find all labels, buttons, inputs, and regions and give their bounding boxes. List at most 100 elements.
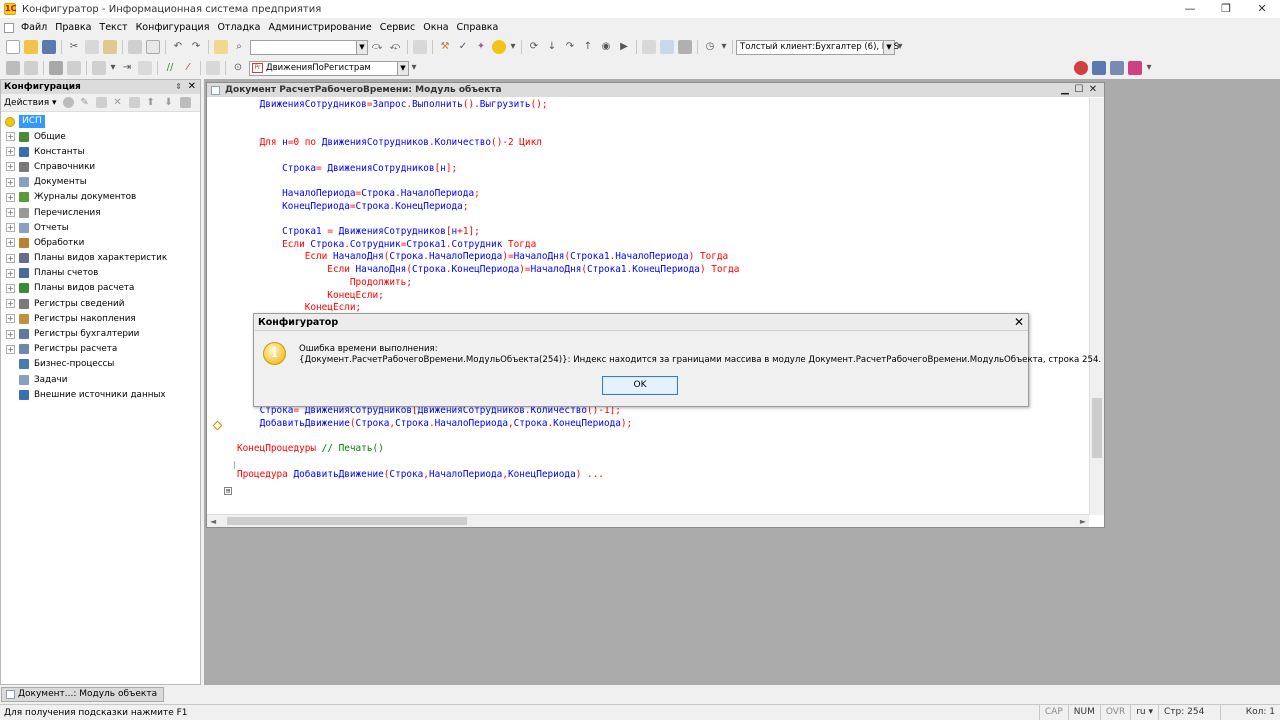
horizontal-scroll-thumb[interactable] — [227, 517, 467, 525]
vertical-scrollbar[interactable] — [1089, 98, 1104, 515]
copy-icon[interactable] — [85, 40, 99, 54]
menu-debug[interactable]: Отладка — [213, 19, 264, 37]
properties-icon[interactable] — [128, 97, 140, 108]
tree-item[interactable]: + Планы видов расчета — [1, 281, 200, 296]
debug-start-icon[interactable]: ⟳ — [527, 40, 541, 54]
step-out-icon[interactable]: ↑ — [581, 40, 595, 54]
minimize-button[interactable]: — — [1172, 0, 1208, 18]
tree-item[interactable]: + Обработки — [1, 235, 200, 250]
expand-icon[interactable]: + — [6, 253, 15, 263]
print-icon[interactable] — [128, 40, 142, 54]
procedure-list-icon[interactable] — [92, 61, 106, 75]
expand-icon[interactable]: + — [6, 132, 15, 142]
tree-item[interactable]: + Регистры накопления — [1, 311, 200, 326]
chevron-down-icon[interactable]: ▾ — [110, 61, 116, 75]
expand-icon[interactable]: + — [6, 223, 15, 233]
outdent-icon[interactable] — [138, 61, 152, 75]
chevron-down-icon[interactable]: ▼ — [883, 40, 894, 54]
code-editor[interactable]: ДвиженияСотрудников=Запрос.Выполнить().В… — [207, 98, 1089, 515]
db-update-icon[interactable] — [1092, 61, 1106, 75]
watch-icon[interactable] — [642, 40, 656, 54]
delete-icon[interactable]: ✕ — [111, 96, 125, 110]
language-selector[interactable]: ru ▾ — [1130, 705, 1158, 720]
locals-icon[interactable] — [660, 40, 674, 54]
move-up-icon[interactable]: ⬆ — [144, 96, 158, 110]
tree-item[interactable]: Бизнес-процессы — [1, 357, 200, 372]
step-over-icon[interactable]: ↷ — [563, 40, 577, 54]
form-icon[interactable] — [24, 61, 38, 75]
expand-icon[interactable]: + — [6, 238, 15, 248]
db-merge-icon[interactable] — [1128, 61, 1142, 75]
chevron-down-icon[interactable]: ▾ — [721, 40, 727, 54]
chevron-down-icon[interactable]: ▾ — [510, 40, 516, 54]
run-to-cursor-icon[interactable]: ▶ — [617, 40, 631, 54]
tree-item[interactable]: + Регистры сведений — [1, 296, 200, 311]
db-compare-icon[interactable] — [1110, 61, 1124, 75]
module-icon[interactable] — [49, 61, 63, 75]
expand-icon[interactable]: + — [6, 208, 15, 218]
chevron-down-icon[interactable]: ▾ — [1146, 61, 1152, 75]
menu-text[interactable]: Текст — [95, 19, 131, 37]
find-in-files-icon[interactable] — [214, 40, 228, 54]
tree-item[interactable]: + Перечисления — [1, 205, 200, 220]
menu-windows[interactable]: Окна — [419, 19, 452, 37]
horizontal-scrollbar[interactable]: ◄ ► — [207, 514, 1089, 527]
undo-icon[interactable]: ↶ — [171, 40, 185, 54]
tree-item[interactable]: + Планы видов характеристик — [1, 251, 200, 266]
editor-maximize-button[interactable]: ☐ — [1072, 83, 1086, 97]
vertical-scroll-thumb[interactable] — [1092, 398, 1102, 458]
sort-icon[interactable] — [179, 97, 191, 108]
dialog-close-icon[interactable]: ✕ — [1014, 314, 1024, 331]
search-icon[interactable]: ⌕ — [232, 40, 246, 54]
expand-icon[interactable]: + — [6, 162, 15, 172]
goto-definition-icon[interactable]: ⊙ — [231, 61, 245, 75]
tree-item[interactable]: + Журналы документов — [1, 190, 200, 205]
goto-line-icon[interactable] — [206, 61, 220, 75]
breakpoint-icon[interactable]: ◉ — [599, 40, 613, 54]
step-into-icon[interactable]: ↓ — [545, 40, 559, 54]
stack-icon[interactable] — [678, 40, 692, 54]
chevron-down-icon[interactable]: ▼ — [356, 40, 367, 54]
expand-icon[interactable]: + — [6, 147, 15, 157]
menu-service[interactable]: Сервис — [376, 19, 420, 37]
tree-item[interactable]: + Регистры бухгалтерии — [1, 326, 200, 341]
expand-icon[interactable]: + — [6, 177, 15, 187]
find-prev-icon[interactable]: ⤽ — [388, 40, 402, 54]
tree-item[interactable]: Внешние источники данных — [1, 387, 200, 402]
tree-item[interactable]: + Константы — [1, 144, 200, 159]
paste-icon[interactable] — [103, 40, 117, 54]
expand-icon[interactable]: + — [6, 299, 15, 309]
actions-menu-button[interactable]: Действия ▾ — [4, 98, 57, 108]
chevron-down-icon[interactable]: ▼ — [397, 61, 408, 75]
move-down-icon[interactable]: ⬇ — [162, 96, 176, 110]
new-file-icon[interactable] — [6, 40, 20, 54]
editor-title-bar[interactable]: Документ РасчетРабочегоВремени: Модуль о… — [207, 83, 1104, 97]
stopwatch-icon[interactable]: ◷ — [703, 40, 717, 54]
restore-button[interactable]: ❐ — [1208, 0, 1244, 18]
chevron-down-icon[interactable]: ▾ — [411, 61, 417, 75]
tree-item[interactable]: + Справочники — [1, 159, 200, 174]
wizard-icon[interactable]: ✦ — [474, 40, 488, 54]
close-icon[interactable]: ✕ — [188, 80, 196, 94]
menu-file[interactable]: Файл — [17, 19, 51, 37]
comment-icon[interactable]: // — [163, 61, 177, 75]
expand-icon[interactable]: + — [6, 283, 15, 293]
windows-icon[interactable] — [413, 40, 427, 54]
tree-item[interactable]: + Регистры расчета — [1, 342, 200, 357]
editor-close-button[interactable]: ✕ — [1086, 83, 1100, 97]
tree-item[interactable]: + Отчеты — [1, 220, 200, 235]
table-icon[interactable] — [67, 61, 81, 75]
scroll-right-icon[interactable]: ► — [1080, 515, 1086, 528]
properties-icon[interactable] — [6, 61, 20, 75]
menu-configuration[interactable]: Конфигурация — [132, 19, 214, 37]
indent-icon[interactable]: ⇥ — [120, 61, 134, 75]
procedure-combo[interactable]: Pr ДвиженияПоРегистрам ▼ — [249, 60, 409, 76]
editor-minimize-button[interactable]: ▁ — [1058, 83, 1072, 97]
open-folder-icon[interactable] — [24, 40, 38, 54]
uncomment-icon[interactable]: ⁄ — [181, 61, 195, 75]
expand-icon[interactable]: + — [6, 344, 15, 354]
expand-icon[interactable]: + — [6, 314, 15, 324]
copy-icon[interactable] — [95, 97, 107, 108]
stop-debug-icon[interactable] — [1074, 61, 1088, 75]
edit-icon[interactable]: ✎ — [78, 96, 92, 110]
